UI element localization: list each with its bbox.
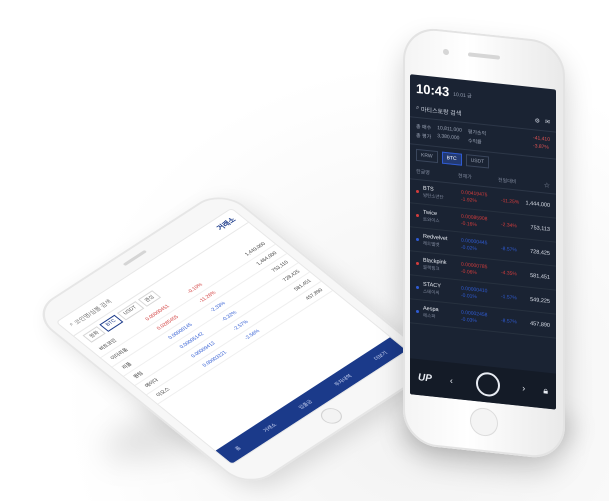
front-speaker xyxy=(468,52,500,60)
trend-marker xyxy=(416,261,419,266)
tab-btc[interactable]: BTC xyxy=(441,151,462,166)
front-home-button xyxy=(470,406,498,438)
search-placeholder: 마티스토랑 검색 xyxy=(421,107,462,118)
back-nav-exchange[interactable]: 거래소 xyxy=(261,421,278,433)
header-name[interactable]: 한글명 xyxy=(416,168,458,180)
coin-volume: 753,113 xyxy=(530,224,550,233)
summary-value: 3,380,000 xyxy=(437,133,460,142)
star-icon[interactable]: ☆ xyxy=(544,181,550,190)
trend-marker xyxy=(416,213,419,218)
trend-marker xyxy=(416,309,419,314)
coin-change: -8.57% xyxy=(501,317,517,325)
front-camera xyxy=(443,48,449,56)
coin-volume: 1,444,000 xyxy=(525,199,550,209)
back-nav-more[interactable]: 더보기 xyxy=(372,349,389,361)
tab-krw[interactable]: KRW xyxy=(416,148,438,164)
back-nav-history[interactable]: 투자내역 xyxy=(332,373,353,387)
coin-change: -4.35% xyxy=(501,269,517,277)
trend-marker xyxy=(416,237,419,242)
summary-label: 평가손익 xyxy=(467,129,487,138)
chat-icon[interactable]: ✉ xyxy=(545,118,550,126)
coin-change: -1.57% xyxy=(501,293,517,301)
back-bottom-nav: 홈 거래소 입출금 투자내역 더보기 xyxy=(215,337,407,464)
header-price[interactable]: 현재가 xyxy=(458,172,498,184)
coin-volume: 581,451 xyxy=(530,272,550,281)
tab-usdt[interactable]: USDT xyxy=(465,154,490,169)
coin-change: -11.25% xyxy=(501,197,520,206)
coin-volume: 457,890 xyxy=(530,320,550,329)
back-home-button xyxy=(316,405,347,427)
front-phone: 10:43 10.01 금 ⌕ 마티스토랑 검색 ⚙ ✉ 총 매수 총 평가 1… xyxy=(403,25,565,461)
back-nav-deposit[interactable]: 입출금 xyxy=(297,398,313,410)
header-change[interactable]: 전일대비 xyxy=(498,176,516,186)
back-nav-home[interactable]: 홈 xyxy=(233,445,243,451)
summary-label: 수익률 xyxy=(467,138,482,146)
coin-change: -2.34% xyxy=(501,221,517,229)
back-phone-screen: ⌕ 코인명/심볼 검색 거래소 원화 BTC USDT 관심 비트코인 0.00… xyxy=(55,207,409,466)
coin-volume: 549,225 xyxy=(530,296,550,305)
clock-date: 10.01 금 xyxy=(453,91,472,100)
profit-loss-value: -41,410 xyxy=(533,135,550,143)
coin-change: -8.57% xyxy=(501,245,517,253)
summary-label: 총 평가 xyxy=(416,132,432,141)
front-phone-screen: 10:43 10.01 금 ⌕ 마티스토랑 검색 ⚙ ✉ 총 매수 총 평가 1… xyxy=(410,74,556,410)
clock-time: 10:43 xyxy=(416,80,450,100)
summary-label: 총 매수 xyxy=(416,123,432,132)
brand-logo: UP xyxy=(418,371,432,385)
settings-icon[interactable]: ⚙ xyxy=(535,117,540,125)
lock-screen-bar: UP ‹ › 🔒︎ xyxy=(410,358,556,410)
coin-volume: 728,425 xyxy=(530,248,550,257)
trend-marker xyxy=(416,285,419,290)
return-rate-value: -3.87% xyxy=(533,143,549,151)
home-ring-icon[interactable] xyxy=(475,371,500,398)
trend-marker xyxy=(416,189,419,194)
product-photo: ⌕ 코인명/심볼 검색 거래소 원화 BTC USDT 관심 비트코인 0.00… xyxy=(0,0,609,501)
lock-icon[interactable]: 🔒︎ xyxy=(543,385,548,397)
back-phone: ⌕ 코인명/심볼 검색 거래소 원화 BTC USDT 관심 비트코인 0.00… xyxy=(29,187,441,491)
summary-value: 10,811,000 xyxy=(437,125,462,134)
chevron-left-icon[interactable]: ‹ xyxy=(450,375,453,385)
chevron-right-icon[interactable]: › xyxy=(522,383,525,393)
